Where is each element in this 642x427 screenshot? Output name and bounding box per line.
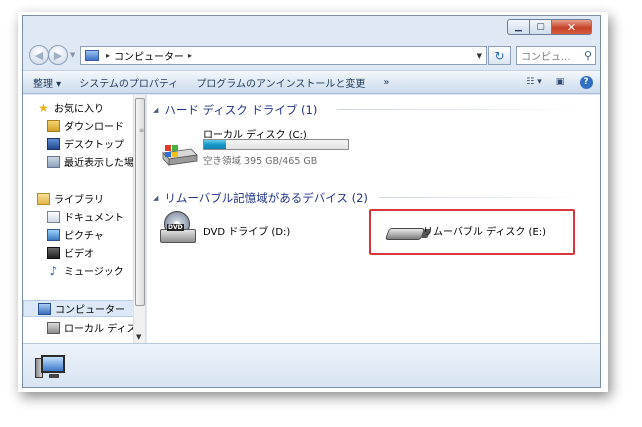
title-buttons: ▁ ▢ ✕: [507, 19, 592, 36]
videos-icon: [47, 246, 60, 259]
group-title: リムーバブル記憶域があるデバイス (2): [164, 191, 368, 205]
computer-large-icon: [35, 355, 69, 379]
close-button[interactable]: ✕: [552, 19, 592, 35]
star-icon: ★: [38, 100, 49, 115]
nav-desktop[interactable]: デスクトップ: [23, 135, 136, 152]
address-dropdown-icon[interactable]: ▼: [477, 52, 482, 60]
hard-disk-drive-icon: [162, 145, 198, 166]
nav-documents[interactable]: ドキュメント: [23, 208, 136, 225]
nav-label: ビデオ: [64, 249, 94, 260]
nav-label: ドキュメント: [64, 213, 124, 224]
nav-label: ライブラリ: [54, 195, 104, 206]
search-input[interactable]: コンピュ... ⚲: [516, 46, 596, 65]
nav-libraries[interactable]: ライブラリ: [23, 190, 136, 207]
refresh-button[interactable]: ↻: [488, 46, 511, 65]
pictures-icon: [47, 228, 60, 241]
computer-icon: [85, 50, 99, 61]
content-pane: ◢ ハード ディスク ドライブ (1) ローカル ディスク (C:) 空き領域 …: [147, 95, 600, 343]
dvd-badge: DVD: [167, 224, 184, 231]
nav-local-disk[interactable]: ローカル ディスク: [23, 319, 136, 336]
collapse-triangle-icon[interactable]: ◢: [153, 194, 158, 202]
usb-drive-icon: [384, 228, 426, 240]
explorer-window: ▁ ▢ ✕ ◀ ▶ ▼ ▸ コンピューター ▸ ▼ ↻ コンピュ... ⚲ 整理…: [22, 15, 601, 388]
collapse-triangle-icon[interactable]: ◢: [153, 106, 158, 114]
nav-label: 最近表示した場所: [64, 158, 136, 169]
navigation-pane: ★ お気に入り ダウンロード デスクトップ 最近表示した場所 ライブラリ ドキュ…: [23, 95, 146, 343]
help-button[interactable]: ?: [578, 75, 594, 89]
nav-videos[interactable]: ビデオ: [23, 244, 136, 261]
system-properties-button[interactable]: システムのプロパティ: [79, 75, 178, 90]
details-pane: [23, 343, 600, 387]
downloads-folder-icon: [47, 119, 60, 132]
drive-name: リムーバブル ディスク (E:): [423, 227, 547, 238]
recent-places-icon: [47, 155, 60, 168]
uninstall-program-button[interactable]: プログラムのアンインストールと変更: [196, 75, 365, 90]
nav-recent-places[interactable]: 最近表示した場所: [23, 153, 136, 170]
nav-label: コンピューター: [55, 305, 125, 316]
nav-computer[interactable]: コンピューター: [23, 300, 136, 317]
group-divider: [337, 109, 587, 110]
address-bar[interactable]: ▸ コンピューター ▸ ▼: [80, 46, 487, 65]
monitor-stand-icon: [49, 374, 59, 378]
breadcrumb-separator-icon[interactable]: ▸: [106, 51, 110, 60]
nav-favorites[interactable]: ★ お気に入り: [23, 99, 136, 116]
disk-free-space: 空き領域 395 GB/465 GB: [203, 156, 318, 167]
search-icon[interactable]: ⚲: [584, 49, 592, 62]
breadcrumb-separator-icon[interactable]: ▸: [188, 51, 192, 60]
documents-icon: [47, 210, 60, 223]
organize-menu[interactable]: 整理 ▾: [33, 75, 61, 90]
nav-label: ダウンロード: [64, 122, 124, 133]
scroll-down-arrow-icon[interactable]: ▼: [136, 333, 141, 341]
group-divider: [379, 197, 589, 198]
search-placeholder: コンピュ...: [521, 52, 571, 63]
nav-downloads[interactable]: ダウンロード: [23, 117, 136, 134]
help-icon: ?: [579, 75, 593, 89]
disk-usage-fill: [204, 140, 226, 149]
nav-label: デスクトップ: [64, 140, 124, 151]
nav-label: ミュージック: [64, 267, 124, 278]
refresh-icon: ↻: [494, 48, 505, 63]
recent-pages-dropdown[interactable]: ▼: [70, 51, 75, 59]
arrow-left-icon: ◀: [34, 48, 44, 62]
change-view-icon[interactable]: ☷ ▾: [526, 75, 542, 89]
scroll-grip-icon: ≡: [139, 127, 145, 134]
more-commands-button[interactable]: »: [383, 77, 389, 88]
forward-button[interactable]: ▶: [48, 45, 68, 65]
nav-music[interactable]: ♪ ミュージック: [23, 262, 136, 279]
address-row: ◀ ▶ ▼ ▸ コンピューター ▸ ▼ ↻ コンピュ... ⚲: [23, 42, 600, 68]
preview-pane-icon[interactable]: ▣: [552, 75, 568, 89]
maximize-button[interactable]: ▢: [530, 19, 552, 35]
group-header-hdd[interactable]: ◢ ハード ディスク ドライブ (1): [153, 102, 317, 118]
disk-usage-bar: [203, 139, 349, 150]
scroll-thumb[interactable]: ≡: [135, 98, 145, 306]
desktop-icon: [47, 137, 60, 150]
dvd-drive-icon: [160, 229, 196, 243]
group-title: ハード ディスク ドライブ (1): [164, 103, 318, 117]
computer-icon: [38, 302, 51, 315]
music-icon: ♪: [49, 263, 58, 278]
nav-scrollbar[interactable]: ≡ ▼: [133, 95, 145, 343]
nav-label: ピクチャ: [64, 231, 104, 242]
monitor-icon: [41, 355, 65, 373]
hard-disk-icon: [47, 321, 60, 334]
nav-pictures[interactable]: ピクチャ: [23, 226, 136, 243]
minimize-button[interactable]: ▁: [507, 19, 530, 35]
breadcrumb-computer[interactable]: コンピューター: [114, 48, 184, 63]
drive-name: DVD ドライブ (D:): [203, 227, 291, 238]
nav-label: お気に入り: [54, 104, 104, 115]
group-header-removable[interactable]: ◢ リムーバブル記憶域があるデバイス (2): [153, 190, 368, 206]
back-button[interactable]: ◀: [29, 45, 49, 65]
arrow-right-icon: ▶: [53, 48, 63, 62]
toolbar-right: ☷ ▾ ▣ ?: [516, 75, 594, 89]
library-icon: [37, 192, 50, 205]
nav-label: ローカル ディスク: [64, 324, 136, 335]
command-toolbar: 整理 ▾ システムのプロパティ プログラムのアンインストールと変更 » ☷ ▾ …: [23, 70, 600, 94]
